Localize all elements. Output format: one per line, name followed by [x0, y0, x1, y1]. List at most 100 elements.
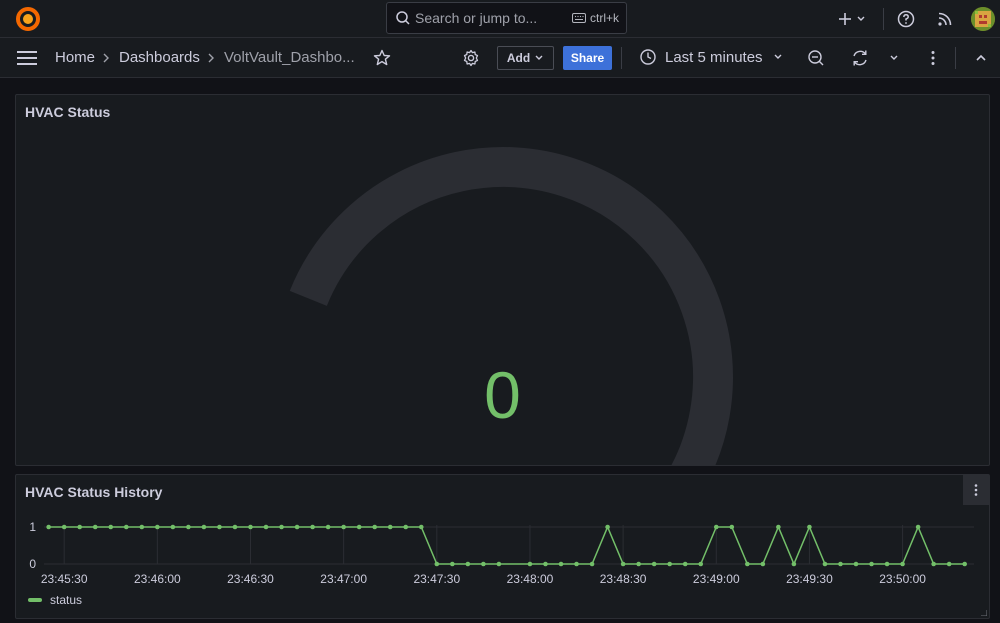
- search-placeholder: Search or jump to...: [415, 10, 538, 26]
- data-point[interactable]: [403, 524, 409, 530]
- help-icon[interactable]: [896, 9, 916, 29]
- resize-handle-icon[interactable]: [981, 610, 987, 616]
- chevron-down-icon: [535, 55, 543, 60]
- hvac-status-history-panel: HVAC Status History 0 1 23:45:30 23:46:00 23…: [15, 474, 990, 619]
- data-point[interactable]: [589, 561, 595, 567]
- data-point[interactable]: [822, 561, 828, 567]
- data-point[interactable]: [92, 524, 98, 530]
- refresh-interval-chevron-down-icon[interactable]: [884, 48, 904, 68]
- legend-swatch: [28, 598, 42, 602]
- data-point[interactable]: [760, 561, 766, 567]
- data-point[interactable]: [279, 524, 284, 530]
- data-point[interactable]: [884, 561, 890, 567]
- search-shortcut-label: ctrl+k: [589, 11, 619, 25]
- data-point[interactable]: [651, 561, 657, 567]
- data-point[interactable]: [61, 524, 67, 530]
- data-point[interactable]: [170, 524, 176, 530]
- add-button[interactable]: Add: [497, 46, 554, 70]
- time-range-picker[interactable]: Last 5 minutes: [639, 48, 785, 66]
- settings-gear-icon[interactable]: [461, 48, 481, 68]
- x-tick-label: 23:46:00: [134, 572, 181, 586]
- time-range-label: Last 5 minutes: [665, 48, 763, 66]
- breadcrumb-dashboards[interactable]: Dashboards: [119, 49, 200, 66]
- data-point[interactable]: [869, 561, 874, 567]
- data-point[interactable]: [217, 524, 222, 530]
- data-point[interactable]: [248, 524, 253, 530]
- data-point[interactable]: [123, 524, 129, 530]
- chart-legend[interactable]: status: [28, 593, 82, 607]
- data-point[interactable]: [341, 524, 346, 530]
- data-point[interactable]: [186, 524, 191, 530]
- data-point[interactable]: [294, 524, 300, 530]
- keyboard-icon: [571, 13, 586, 23]
- chevron-right-icon: [208, 53, 214, 63]
- data-point[interactable]: [558, 561, 564, 567]
- y-tick-label: 0: [29, 557, 36, 571]
- dashboard-nav-bar: Home Dashboards VoltVault_Dashbo... Add …: [0, 38, 1000, 78]
- data-point[interactable]: [636, 561, 641, 567]
- collapse-chevron-up-icon[interactable]: [971, 48, 991, 68]
- zoom-out-icon[interactable]: [806, 48, 826, 68]
- nav-divider: [621, 47, 622, 69]
- data-point[interactable]: [263, 524, 269, 530]
- data-point[interactable]: [543, 561, 548, 567]
- data-point[interactable]: [481, 561, 486, 567]
- data-point[interactable]: [201, 524, 207, 530]
- data-point[interactable]: [931, 561, 936, 567]
- status-line-chart: 0 1 23:45:30 23:46:00 23:46:30 23:47:00 23:47:…: [29, 520, 974, 586]
- data-point[interactable]: [838, 561, 843, 567]
- star-icon[interactable]: [372, 48, 392, 68]
- data-point[interactable]: [232, 524, 238, 530]
- data-point[interactable]: [807, 524, 812, 530]
- data-point[interactable]: [667, 561, 672, 567]
- data-point[interactable]: [139, 524, 145, 530]
- data-point[interactable]: [46, 524, 51, 530]
- data-point[interactable]: [387, 524, 393, 530]
- data-point[interactable]: [915, 524, 921, 530]
- data-point[interactable]: [356, 524, 362, 530]
- top-bar: Search or jump to... ctrl+k: [0, 0, 1000, 38]
- chevron-right-icon: [103, 53, 109, 63]
- data-point[interactable]: [325, 524, 331, 530]
- data-point[interactable]: [853, 561, 859, 567]
- breadcrumb-home[interactable]: Home: [55, 49, 95, 66]
- user-avatar[interactable]: [971, 7, 995, 31]
- data-point[interactable]: [465, 561, 471, 567]
- data-point[interactable]: [682, 561, 688, 567]
- data-point[interactable]: [527, 561, 533, 567]
- data-point[interactable]: [900, 561, 905, 567]
- data-point[interactable]: [698, 561, 704, 567]
- data-point[interactable]: [574, 561, 579, 567]
- data-point[interactable]: [450, 561, 455, 567]
- data-point[interactable]: [962, 561, 967, 567]
- data-point[interactable]: [77, 524, 83, 530]
- data-point[interactable]: [434, 561, 440, 567]
- data-point[interactable]: [418, 524, 424, 530]
- add-button-label: Add: [506, 51, 531, 65]
- topbar-divider: [883, 8, 884, 30]
- data-point[interactable]: [310, 524, 315, 530]
- search-box[interactable]: Search or jump to... ctrl+k: [386, 2, 627, 34]
- share-button[interactable]: Share: [563, 46, 612, 70]
- x-tick-label: 23:49:00: [693, 572, 740, 586]
- data-point[interactable]: [108, 524, 114, 530]
- data-point[interactable]: [745, 561, 750, 567]
- data-point[interactable]: [496, 561, 502, 567]
- new-plus-dropdown-icon[interactable]: [836, 9, 868, 29]
- menu-icon[interactable]: [16, 49, 38, 67]
- data-point[interactable]: [372, 524, 378, 530]
- breadcrumb-current-dashboard: VoltVault_Dashbo...: [224, 49, 355, 66]
- data-point[interactable]: [729, 524, 735, 530]
- data-point[interactable]: [620, 561, 626, 567]
- data-point[interactable]: [713, 524, 719, 530]
- grafana-logo-icon[interactable]: [15, 6, 41, 32]
- y-tick-label: 1: [29, 520, 36, 534]
- data-point[interactable]: [776, 524, 781, 530]
- data-point[interactable]: [946, 561, 952, 567]
- refresh-icon[interactable]: [850, 48, 870, 68]
- more-options-kebab-icon[interactable]: [923, 48, 943, 68]
- news-feed-icon[interactable]: [935, 9, 955, 29]
- data-point[interactable]: [605, 524, 610, 530]
- data-point[interactable]: [791, 561, 797, 567]
- data-point[interactable]: [155, 524, 160, 530]
